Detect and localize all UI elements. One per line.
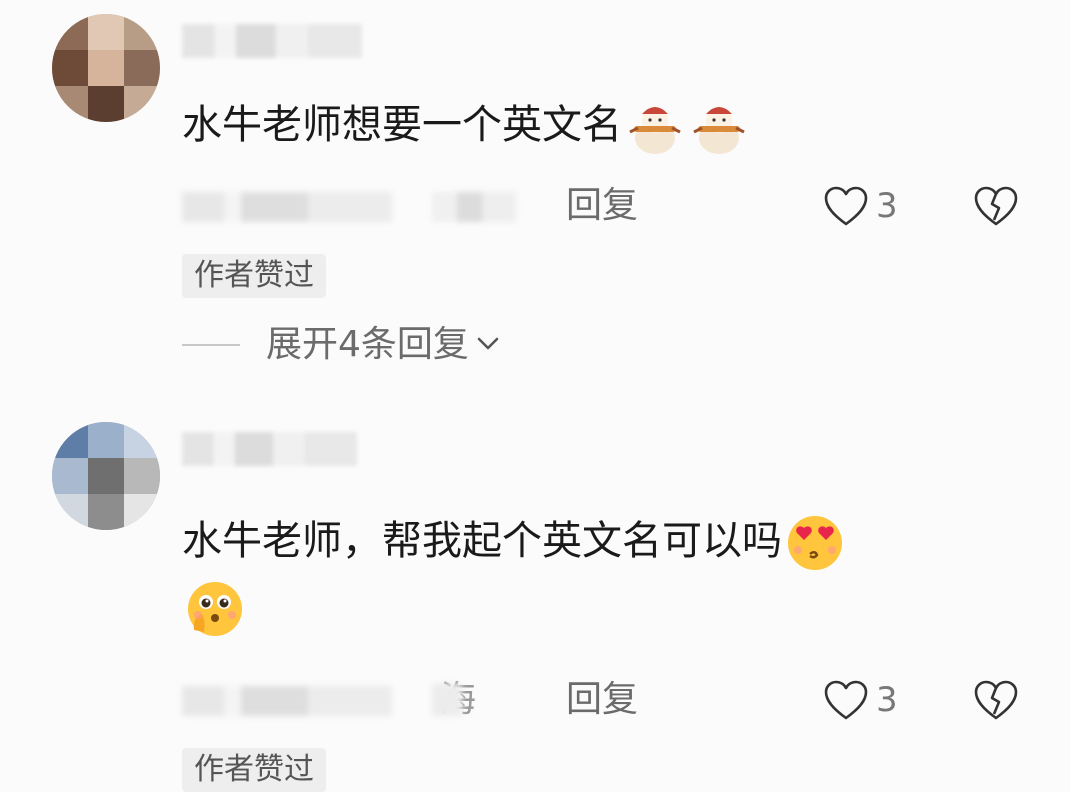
reply-button[interactable]: 回复 [566,678,638,722]
like-count: 3 [876,186,898,226]
like-count: 3 [876,680,898,720]
author-liked-badge: 作者赞过 [182,254,326,298]
heart-outline-icon [824,186,868,226]
comment-item-1: 水牛老师想要一个英文名 回复 3 作者赞过 展开4条回复 [0,0,1070,400]
dislike-button[interactable] [972,184,1020,232]
date-blurred [182,192,392,222]
comment-meta: 海 回复 3 [182,678,1042,722]
emoji-line [182,578,246,640]
region-blurred [432,192,516,222]
region-blurred [432,684,462,716]
expand-replies-button[interactable]: 展开4条回复 [182,322,501,368]
snowman-emoji-icon [624,96,686,158]
reply-button[interactable]: 回复 [566,184,638,228]
dislike-button[interactable] [972,678,1020,726]
comment-text: 水牛老师想要一个英文名 [182,96,750,158]
broken-heart-icon [974,186,1018,226]
username-blurred[interactable] [182,432,357,466]
comment-text: 水牛老师，帮我起个英文名可以吗 [182,512,846,574]
chevron-down-icon [475,333,501,357]
broken-heart-icon [974,680,1018,720]
comment-meta: 回复 3 [182,184,1042,228]
snowman-emoji-icon [688,96,750,158]
pleading-hands-emoji-icon [184,578,246,640]
like-button[interactable]: 3 [822,184,898,228]
comment-item-2: 水牛老师，帮我起个英文名可以吗 海 回复 3 作者赞过 [0,410,1070,792]
heart-eyes-emoji-icon [784,512,846,574]
username-blurred[interactable] [182,24,362,58]
avatar[interactable] [52,14,160,122]
like-button[interactable]: 3 [822,678,898,722]
comment-text-content: 水牛老师，帮我起个英文名可以吗 [182,518,782,564]
author-liked-badge: 作者赞过 [182,748,326,792]
expand-replies-label: 展开4条回复 [266,324,469,365]
heart-outline-icon [824,680,868,720]
avatar[interactable] [52,422,160,530]
date-blurred [182,686,392,716]
divider [182,344,240,346]
comment-text-content: 水牛老师想要一个英文名 [182,102,622,148]
